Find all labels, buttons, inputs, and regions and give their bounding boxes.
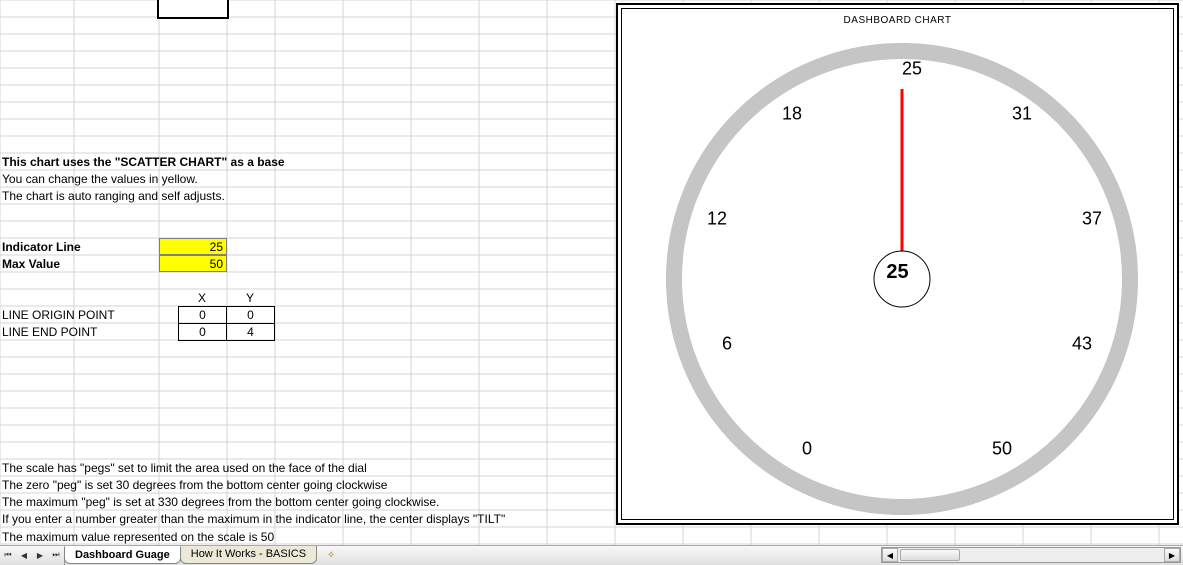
gauge-tick-50: 50 bbox=[992, 439, 1012, 460]
input-indicator-value[interactable]: 25 bbox=[159, 238, 227, 255]
tab-nav-next[interactable]: ▶ bbox=[32, 546, 48, 564]
label-indicator-line: Indicator Line bbox=[2, 240, 81, 254]
gauge-tick-6: 6 bbox=[722, 334, 732, 355]
gauge-tick-0: 0 bbox=[802, 439, 812, 460]
cell-end-y[interactable]: 4 bbox=[227, 324, 275, 341]
tab-dashboard-gauge[interactable]: Dashboard Guage bbox=[64, 546, 181, 564]
gauge-tick-12: 12 bbox=[707, 209, 727, 230]
gauge-tick-25: 25 bbox=[902, 59, 922, 80]
input-max-value[interactable]: 50 bbox=[159, 255, 227, 272]
dashboard-chart-object[interactable]: DASHBOARD CHART 25 0 6 12 18 25 31 37 43… bbox=[616, 3, 1179, 525]
horizontal-scrollbar[interactable]: ◀ ▶ bbox=[881, 547, 1181, 563]
cell-origin-x[interactable]: 0 bbox=[179, 307, 227, 324]
active-cell[interactable] bbox=[159, 0, 227, 17]
note-max-scale: The maximum value represented on the sca… bbox=[2, 530, 274, 544]
gauge-tick-43: 43 bbox=[1072, 334, 1092, 355]
scroll-thumb[interactable] bbox=[900, 549, 960, 561]
note-pegs: The scale has "pegs" set to limit the ar… bbox=[2, 461, 367, 475]
label-x-header: X bbox=[178, 291, 226, 305]
note-max-peg: The maximum "peg" is set at 330 degrees … bbox=[2, 495, 439, 509]
xy-data-table[interactable]: 0 0 0 4 bbox=[178, 306, 275, 341]
chart-title: DASHBOARD CHART bbox=[622, 15, 1173, 26]
gauge-center-value: 25 bbox=[622, 261, 1173, 284]
scroll-track[interactable] bbox=[898, 548, 1164, 562]
instruction-line1: You can change the values in yellow. bbox=[2, 172, 198, 186]
label-origin-point: LINE ORIGIN POINT bbox=[2, 308, 115, 322]
label-y-header: Y bbox=[226, 291, 274, 305]
cell-origin-y[interactable]: 0 bbox=[227, 307, 275, 324]
scroll-right-button[interactable]: ▶ bbox=[1164, 548, 1180, 562]
gauge-tick-18: 18 bbox=[782, 104, 802, 125]
scroll-left-button[interactable]: ◀ bbox=[882, 548, 898, 562]
instruction-line2: The chart is auto ranging and self adjus… bbox=[2, 189, 225, 203]
note-tilt: If you enter a number greater than the m… bbox=[2, 512, 505, 526]
tab-how-it-works[interactable]: How It Works - BASICS bbox=[180, 546, 317, 564]
tab-nav-last[interactable]: ⏭ bbox=[48, 546, 64, 564]
cell-end-x[interactable]: 0 bbox=[179, 324, 227, 341]
tab-nav-prev[interactable]: ◀ bbox=[16, 546, 32, 564]
heading-scatter: This chart uses the "SCATTER CHART" as a… bbox=[2, 155, 285, 169]
label-max-value: Max Value bbox=[2, 257, 60, 271]
note-zero-peg: The zero "peg" is set 30 degrees from th… bbox=[2, 478, 387, 492]
gauge-tick-37: 37 bbox=[1082, 209, 1102, 230]
tab-insert-sheet[interactable]: ✧ bbox=[321, 550, 341, 561]
label-end-point: LINE END POINT bbox=[2, 325, 97, 339]
sheet-tab-bar: ⏮ ◀ ▶ ⏭ Dashboard Guage How It Works - B… bbox=[0, 545, 1183, 565]
tab-nav-first[interactable]: ⏮ bbox=[0, 546, 16, 564]
gauge-tick-31: 31 bbox=[1012, 104, 1032, 125]
